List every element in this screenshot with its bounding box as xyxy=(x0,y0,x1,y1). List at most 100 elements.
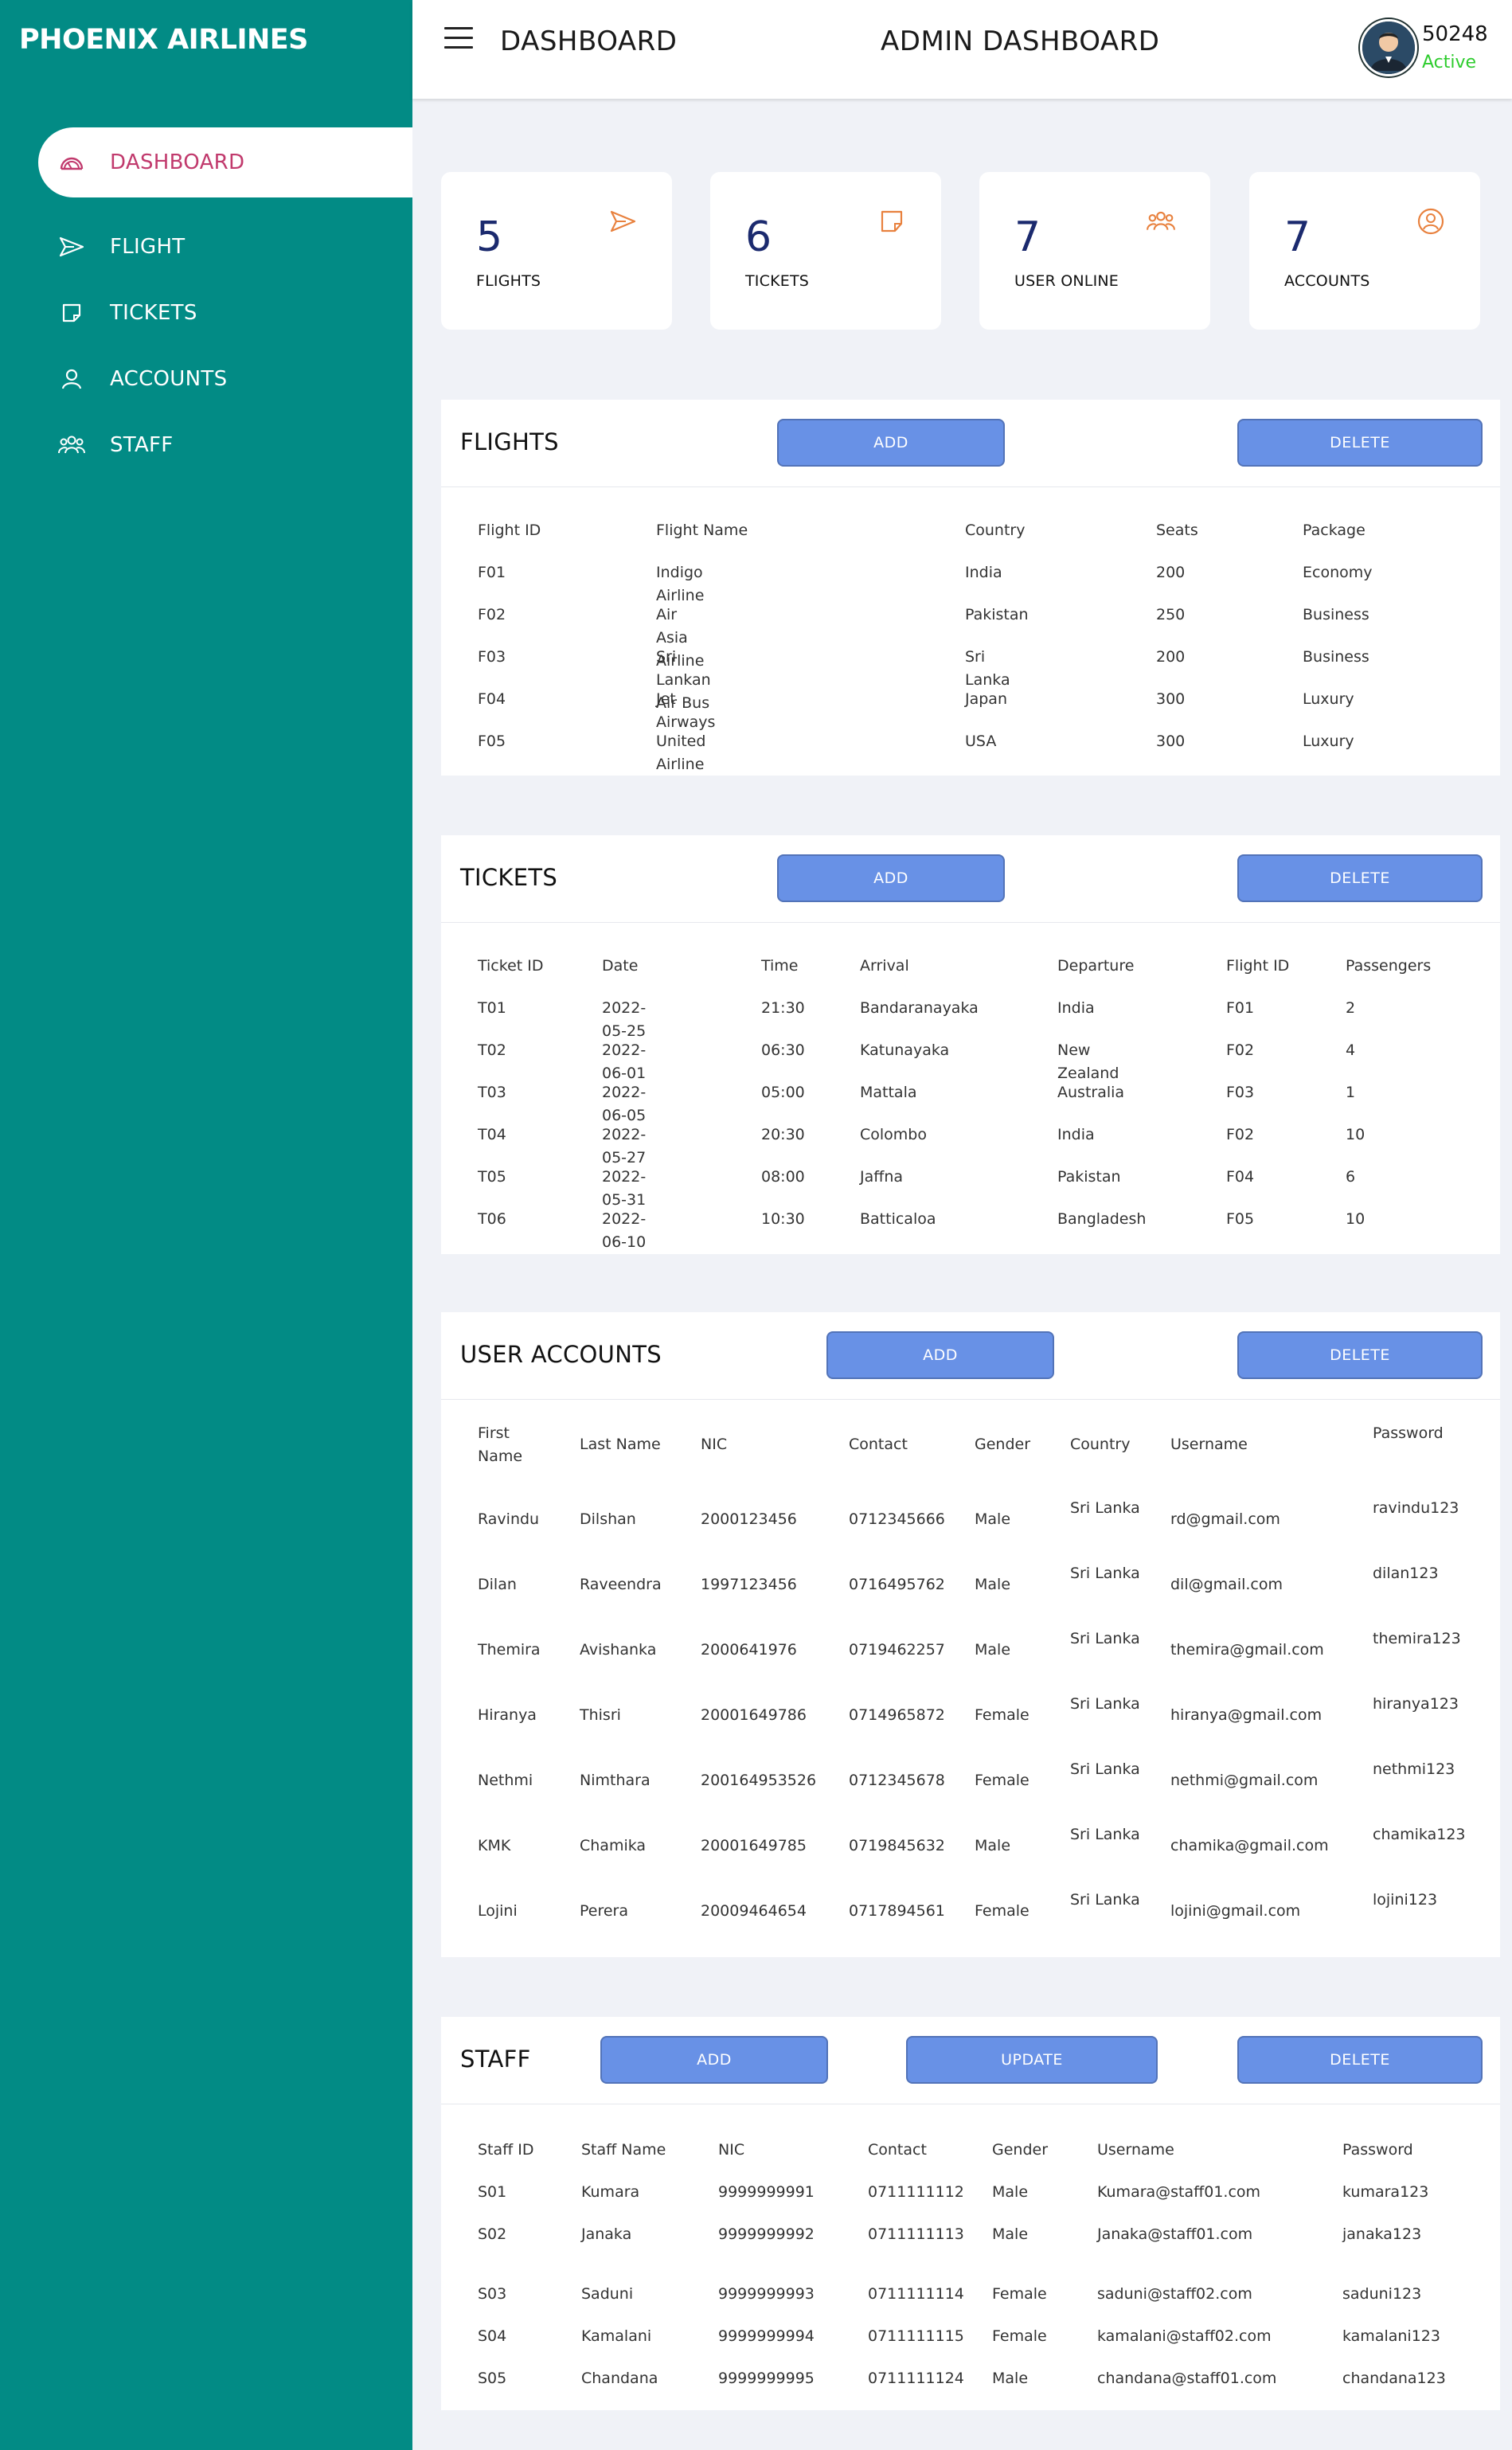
sidebar-item-label: ACCOUNTS xyxy=(110,367,228,391)
user-status: Active xyxy=(1422,53,1477,72)
column-header: Country xyxy=(965,522,1026,539)
add-ticket-button[interactable]: ADD xyxy=(777,854,1005,902)
table-cell: Japan xyxy=(965,690,1007,708)
table-cell: 9999999993 xyxy=(718,2285,815,2303)
table-cell: Sri Lanka xyxy=(1070,1565,1140,1582)
plane-icon xyxy=(608,207,637,236)
table-cell: United Airline xyxy=(656,733,706,773)
table-cell: 1997123456 xyxy=(701,1576,797,1593)
top-bar: DASHBOARD ADMIN DASHBOARD 50248 Active xyxy=(412,0,1512,99)
table-cell: Sri Lanka xyxy=(1070,1499,1140,1517)
table-cell: chamika123 xyxy=(1373,1826,1466,1843)
sidebar-item-staff[interactable]: STAFF xyxy=(38,410,412,480)
stat-card-accounts[interactable]: 7 ACCOUNTS xyxy=(1249,172,1480,330)
column-header: First Name xyxy=(478,1424,523,1465)
column-header: Password xyxy=(1342,2141,1413,2159)
table-cell: India xyxy=(965,564,1002,581)
group-icon xyxy=(1147,207,1175,236)
table-cell: Kumara xyxy=(581,2183,640,2201)
user-icon xyxy=(56,363,88,395)
table-cell: 2000641976 xyxy=(701,1641,797,1659)
plane-icon xyxy=(56,231,88,263)
table-cell: Male xyxy=(975,1510,1011,1528)
sidebar-item-flight[interactable]: FLIGHT xyxy=(38,212,412,282)
table-cell: Bangladesh xyxy=(1057,1210,1147,1228)
table-cell: 2022-06-05 xyxy=(602,1084,647,1124)
table-cell: 0716495762 xyxy=(849,1576,945,1593)
table-cell: Saduni xyxy=(581,2285,634,2303)
table-cell: 20009464654 xyxy=(701,1902,807,1920)
table-cell: 4 xyxy=(1346,1041,1356,1059)
table-cell: Chamika xyxy=(580,1837,647,1854)
table-cell: Hiranya xyxy=(478,1706,537,1724)
table-cell: 9999999995 xyxy=(718,2370,815,2387)
table-cell: KMK xyxy=(478,1837,511,1854)
table-cell: Male xyxy=(975,1641,1011,1659)
table-cell: T01 xyxy=(478,999,506,1017)
delete-staff-button[interactable]: DELETE xyxy=(1237,2036,1483,2084)
stat-card-tickets[interactable]: 6 TICKETS xyxy=(710,172,941,330)
table-cell: F01 xyxy=(1226,999,1255,1017)
table-cell: Dilan xyxy=(478,1576,517,1593)
ticket-icon xyxy=(877,207,906,236)
table-cell: 20001649785 xyxy=(701,1837,807,1854)
table-cell: 0712345666 xyxy=(849,1510,945,1528)
column-header: Username xyxy=(1170,1436,1248,1453)
table-cell: Luxury xyxy=(1303,733,1354,750)
table-cell: Sri Lanka xyxy=(965,648,1010,689)
table-cell: Kumara@staff01.com xyxy=(1097,2183,1261,2201)
table-cell: Lojini xyxy=(478,1902,518,1920)
column-header: Staff ID xyxy=(478,2141,534,2159)
delete-account-button[interactable]: DELETE xyxy=(1237,1331,1483,1379)
table-cell: Ravindu xyxy=(478,1510,540,1528)
table-cell: hiranya@gmail.com xyxy=(1170,1706,1323,1724)
column-header: Flight Name xyxy=(656,522,748,539)
table-cell: F01 xyxy=(478,564,506,581)
add-staff-button[interactable]: ADD xyxy=(600,2036,828,2084)
hamburger-icon[interactable] xyxy=(444,27,473,51)
table-cell: 6 xyxy=(1346,1168,1356,1186)
table-cell: Sri Lanka xyxy=(1070,1630,1140,1647)
table-cell: F02 xyxy=(1226,1126,1255,1143)
table-cell: themira123 xyxy=(1373,1630,1461,1647)
table-cell: 0719462257 xyxy=(849,1641,945,1659)
sidebar-item-dashboard[interactable]: DASHBOARD xyxy=(38,127,412,197)
delete-ticket-button[interactable]: DELETE xyxy=(1237,854,1483,902)
table-cell: F03 xyxy=(1226,1084,1255,1101)
table-cell: saduni123 xyxy=(1342,2285,1422,2303)
table-cell: Sri Lanka xyxy=(1070,1695,1140,1713)
table-cell: Male xyxy=(992,2370,1029,2387)
sidebar-item-accounts[interactable]: ACCOUNTS xyxy=(38,344,412,414)
table-cell: 21:30 xyxy=(761,999,805,1017)
column-header: Contact xyxy=(849,1436,908,1453)
table-cell: 2 xyxy=(1346,999,1356,1017)
add-flight-button[interactable]: ADD xyxy=(777,419,1005,467)
table-cell: janaka123 xyxy=(1342,2225,1422,2243)
table-cell: S02 xyxy=(478,2225,507,2243)
flights-panel: FLIGHTS ADD DELETE Flight ID Flight Name C… xyxy=(441,400,1500,776)
table-cell: chandana123 xyxy=(1342,2370,1446,2387)
table-cell: Raveendra xyxy=(580,1576,662,1593)
table-cell: kamalani@staff02.com xyxy=(1097,2327,1272,2345)
table-cell: 200164953526 xyxy=(701,1772,817,1789)
tickets-panel-header: TICKETS ADD DELETE xyxy=(441,835,1500,923)
stat-card-user-online[interactable]: 7 USER ONLINE xyxy=(979,172,1210,330)
table-cell: 0711111115 xyxy=(868,2327,964,2345)
update-staff-button[interactable]: UPDATE xyxy=(906,2036,1158,2084)
avatar-icon[interactable] xyxy=(1360,19,1417,76)
table-cell: lojini123 xyxy=(1373,1891,1438,1909)
column-header: Gender xyxy=(975,1436,1031,1453)
column-header: Flight ID xyxy=(1226,957,1290,975)
stat-card-flights[interactable]: 5 FLIGHTS xyxy=(441,172,672,330)
delete-flight-button[interactable]: DELETE xyxy=(1237,419,1483,467)
table-cell: Perera xyxy=(580,1902,629,1920)
table-cell: kamalani123 xyxy=(1342,2327,1440,2345)
add-account-button[interactable]: ADD xyxy=(826,1331,1054,1379)
table-cell: T02 xyxy=(478,1041,506,1059)
table-cell: 2000123456 xyxy=(701,1510,797,1528)
table-cell: 0711111114 xyxy=(868,2285,964,2303)
tickets-panel: TICKETS ADD DELETE Ticket ID Date Time Arri… xyxy=(441,835,1500,1254)
table-cell: F03 xyxy=(478,648,506,666)
sidebar-item-tickets[interactable]: TICKETS xyxy=(38,278,412,348)
table-cell: 0717894561 xyxy=(849,1902,945,1920)
